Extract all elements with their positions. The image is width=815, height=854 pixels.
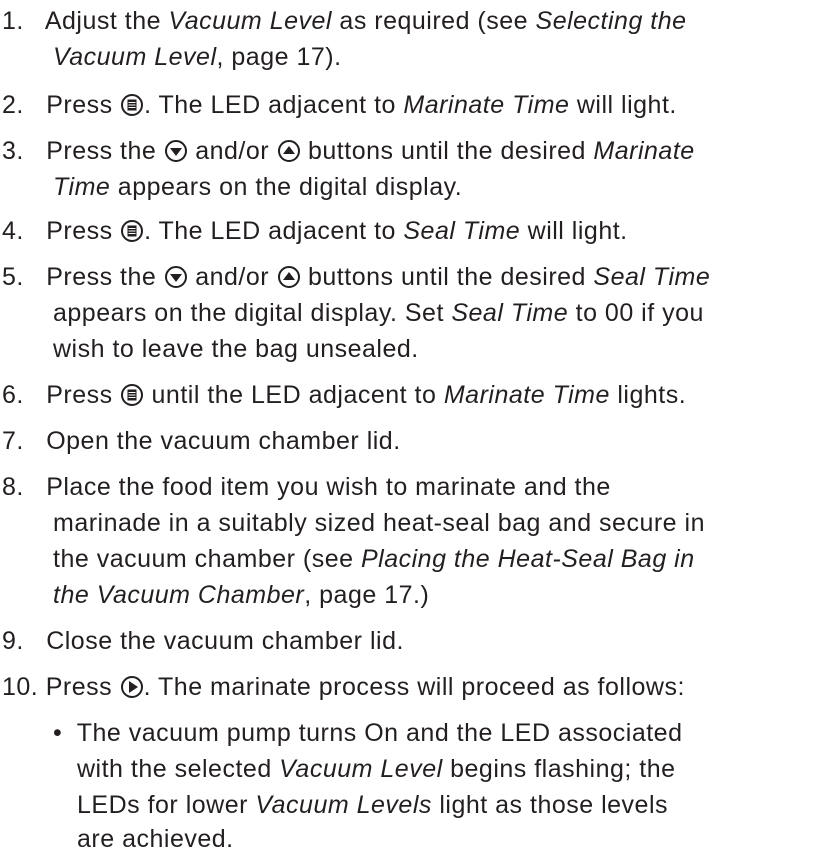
instruction-page: 1. Adjust the Vacuum Level as required (… (0, 0, 815, 853)
step-5-line-1: 5. Press the and/or buttons until the de… (2, 263, 711, 291)
bullet-line-4: are achieved. (77, 825, 234, 853)
bullet-line-1: • The vacuum pump turns On and the LED a… (53, 719, 683, 747)
step-8-line-2: marinade in a suitably sized heat-seal b… (53, 509, 705, 537)
step-5-line-3: wish to leave the bag unsealed. (53, 335, 419, 363)
bullet-line-2: with the selected Vacuum Level begins fl… (77, 755, 676, 783)
step-7-line-1: 7. Open the vacuum chamber lid. (2, 427, 401, 455)
step-6-line-1: 6. Press until the LED adjacent to Marin… (2, 381, 687, 409)
step-5-line-2: appears on the digital display. Set Seal… (53, 299, 704, 327)
step-8-line-3: the vacuum chamber (see Placing the Heat… (53, 545, 695, 573)
step-number: 4. (2, 217, 24, 245)
step-3-line-2: Time appears on the digital display. (53, 173, 463, 201)
step-9-line-1: 9. Close the vacuum chamber lid. (2, 627, 404, 655)
step-number: 8. (2, 473, 24, 501)
down-arrow-button-icon (164, 140, 187, 162)
step-number: 7. (2, 427, 24, 455)
step-10-line-1: 10. Press . The marinate process will pr… (2, 673, 685, 701)
menu-button-icon (121, 384, 144, 406)
step-8-line-4: the Vacuum Chamber, page 17.) (53, 581, 430, 609)
step-number: 2. (2, 91, 24, 119)
step-8-line-1: 8. Place the food item you wish to marin… (2, 473, 611, 501)
step-number: 5. (2, 263, 24, 291)
step-number: 10. (2, 673, 39, 701)
down-arrow-button-icon (164, 266, 187, 288)
step-number: 3. (2, 137, 24, 165)
start-button-icon (120, 676, 143, 698)
step-3-line-1: 3. Press the and/or buttons until the de… (2, 137, 695, 165)
up-arrow-button-icon (277, 140, 300, 162)
step-2-line-1: 2. Press . The LED adjacent to Marinate … (2, 91, 677, 119)
bullet-mark: • (53, 719, 63, 747)
step-number: 9. (2, 627, 24, 655)
step-1-line-2: Vacuum Level, page 17). (53, 43, 342, 71)
up-arrow-button-icon (277, 266, 300, 288)
step-1-line-1: 1. Adjust the Vacuum Level as required (… (2, 7, 687, 35)
bullet-line-3: LEDs for lower Vacuum Levels light as th… (77, 791, 669, 819)
step-4-line-1: 4. Press . The LED adjacent to Seal Time… (2, 217, 628, 245)
menu-button-icon (121, 220, 144, 242)
menu-button-icon (121, 94, 144, 116)
step-number: 6. (2, 381, 24, 409)
step-number: 1. (2, 7, 24, 35)
